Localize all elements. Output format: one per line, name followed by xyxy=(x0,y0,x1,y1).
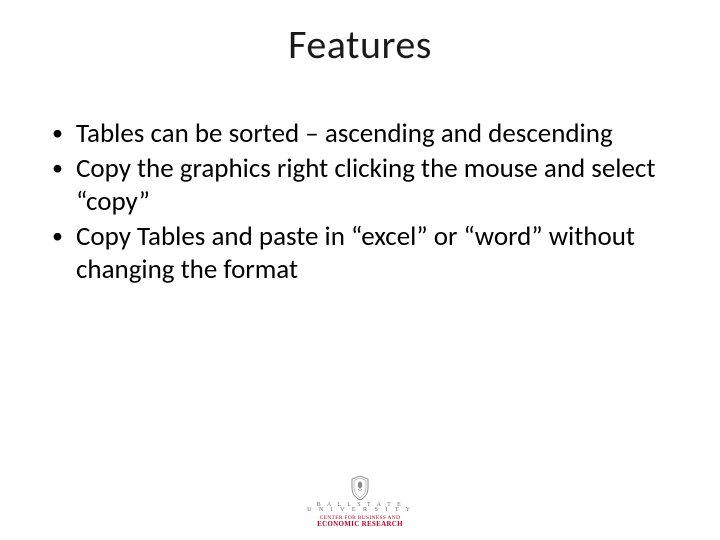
bullet-list: Tables can be sorted – ascending and des… xyxy=(48,118,668,287)
list-item: Copy the graphics right clicking the mou… xyxy=(48,153,668,219)
slide: Features Tables can be sorted – ascendin… xyxy=(0,0,720,540)
footer-center-name-2: ECONOMIC RESEARCH xyxy=(317,520,403,528)
list-item: Tables can be sorted – ascending and des… xyxy=(48,118,668,151)
university-seal-icon xyxy=(349,475,371,501)
list-item: Copy Tables and paste in “excel” or “wor… xyxy=(48,221,668,287)
footer-university-name-2: U N I V E R S I T Y xyxy=(307,507,413,513)
slide-body: Tables can be sorted – ascending and des… xyxy=(48,118,668,289)
slide-title: Features xyxy=(0,20,720,69)
footer-logo: B A L L S T A T E U N I V E R S I T Y CE… xyxy=(0,475,720,528)
